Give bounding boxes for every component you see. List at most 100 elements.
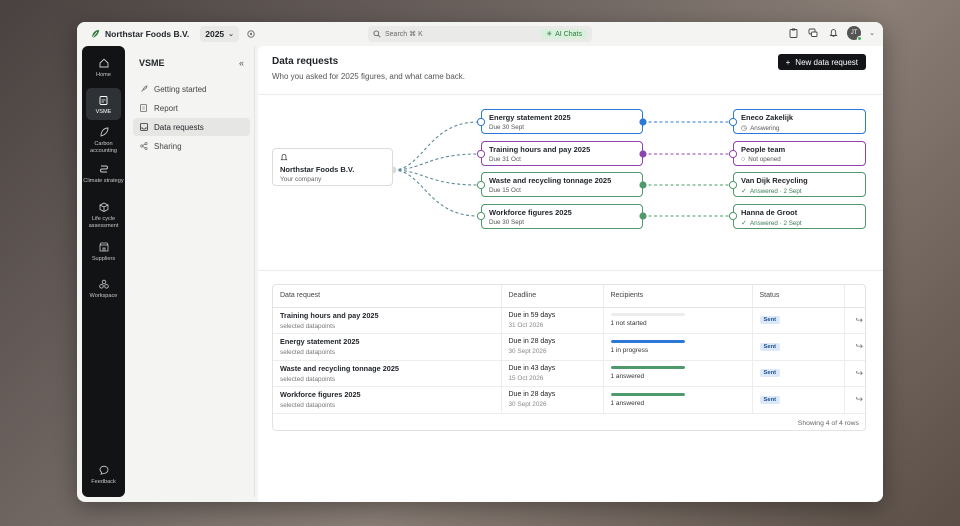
deadline-cell: Due in 59 days 31 Oct 2026	[501, 307, 604, 334]
bell-icon[interactable]	[827, 27, 839, 39]
request-sub: selected datapoints	[280, 375, 336, 383]
nav-item-data-requests[interactable]: Data requests	[133, 118, 250, 136]
recipient-name: People team	[741, 145, 786, 154]
rail-item-workspace[interactable]: Workspace	[82, 278, 125, 300]
chat-icon[interactable]	[807, 27, 819, 39]
progress-bar-fill	[610, 392, 685, 396]
recipient-status: Answering	[750, 124, 780, 132]
rail-item-label: Life cycle assessment	[88, 216, 119, 229]
ai-chats-button[interactable]: ✳ AI Chats	[541, 29, 587, 39]
request-node[interactable]: Training hours and pay 2025 Due 31 Oct	[481, 141, 643, 166]
nav-item-sharing[interactable]: Sharing	[133, 137, 250, 155]
progress-bar	[610, 366, 685, 370]
top-bar: Northstar Foods B.V. 2025 ⌄ Search ⌘ K ✳…	[77, 22, 883, 46]
plus-icon: +	[785, 57, 791, 67]
forward-icon[interactable]: ↪	[844, 333, 865, 361]
table-row[interactable]: Training hours and pay 2025 selected dat…	[273, 307, 865, 334]
request-title[interactable]: Energy statement 2025	[280, 337, 501, 346]
table-footer: Showing 4 of 4 rows	[797, 419, 859, 427]
recipient-node[interactable]: Hanna de Groot ✓ Answered · 2 Sept	[733, 204, 866, 229]
status-cell: Sent	[752, 386, 845, 414]
status-badge: Sent	[759, 395, 781, 404]
rail-item-climate-strategy[interactable]: Climate strategy	[82, 163, 125, 185]
clipboard-icon[interactable]	[787, 27, 799, 39]
column-header[interactable]: Recipients	[603, 285, 753, 308]
request-cell: Workforce figures 2025 selected datapoin…	[273, 386, 502, 414]
request-title[interactable]: Training hours and pay 2025	[280, 311, 501, 320]
rail-item-label: Suppliers	[91, 256, 116, 262]
check-icon: ✓	[741, 220, 747, 227]
panel-header: VSME «	[129, 58, 254, 68]
deadline-date: 30 Sept 2026	[508, 401, 547, 409]
rail-item-vsme[interactable]: VSME	[86, 88, 121, 120]
source-name: Northstar Foods B.V.	[280, 165, 355, 174]
column-header[interactable]: Deadline	[501, 285, 604, 308]
inbox-icon	[139, 123, 148, 132]
column-header[interactable]: Status	[752, 285, 845, 308]
recipient-node[interactable]: People team ○ Not opened	[733, 141, 866, 166]
progress-bar-fill	[610, 339, 685, 343]
recipient-node[interactable]: Van Dijk Recycling ✓ Answered · 2 Sept	[733, 172, 866, 197]
brand-leaf-icon	[91, 30, 99, 39]
request-node[interactable]: Waste and recycling tonnage 2025 Due 15 …	[481, 172, 643, 197]
secondary-panel: VSME « Getting started Report Data reque…	[129, 46, 255, 497]
status-cell: Sent	[752, 333, 845, 361]
forward-icon[interactable]: ↪	[844, 307, 865, 334]
check-icon: ✓	[741, 188, 747, 195]
deadline-cell: Due in 28 days 30 Sept 2026	[501, 386, 604, 414]
rail-item-label: Carbon accounting	[89, 141, 118, 154]
collapse-icon[interactable]: «	[239, 58, 244, 68]
year-value: 2025	[205, 29, 225, 39]
forward-icon[interactable]: ↪	[844, 360, 865, 387]
nodes-icon	[98, 278, 110, 290]
request-node-due: Due 31 Oct	[489, 156, 521, 163]
rail-item-suppliers[interactable]: Suppliers	[82, 241, 125, 263]
request-sub: selected datapoints	[280, 322, 336, 330]
chevron-down-icon[interactable]: ⌄	[869, 29, 875, 37]
nav-item-getting-started[interactable]: Getting started	[133, 80, 250, 98]
chat-bubble-icon	[98, 464, 110, 476]
column-header-actions	[844, 285, 865, 308]
page-subtitle: Who you asked for 2025 figures, and what…	[272, 72, 465, 81]
gear-icon[interactable]	[245, 28, 257, 40]
top-icons: JT ⌄	[787, 26, 875, 41]
recipient-name: Van Dijk Recycling	[741, 176, 808, 185]
request-node-title: Energy statement 2025	[489, 113, 571, 122]
table-row[interactable]: Workforce figures 2025 selected datapoin…	[273, 386, 865, 414]
rail-item-label: Climate strategy	[83, 178, 124, 184]
new-data-request-button[interactable]: + New data request	[777, 54, 866, 70]
search-input[interactable]: Search ⌘ K ✳ AI Chats	[368, 26, 592, 42]
nav-item-label: Report	[154, 103, 179, 113]
document-icon	[139, 104, 148, 113]
forward-icon[interactable]: ↪	[844, 386, 865, 414]
avatar[interactable]: JT	[847, 26, 863, 41]
request-sub: selected datapoints	[280, 402, 336, 410]
rail-item-home[interactable]: Home	[82, 57, 125, 79]
request-node-due: Due 30 Sept	[489, 219, 525, 226]
deadline-cell: Due in 28 days 30 Sept 2026	[501, 333, 604, 361]
request-node[interactable]: Workforce figures 2025 Due 30 Sept	[481, 204, 643, 229]
recipient-node[interactable]: Eneco Zakelijk ◷ Answering	[733, 109, 866, 134]
source-node[interactable]: Northstar Foods B.V. Your company	[272, 148, 393, 186]
rail-item-life-cycle-assessment[interactable]: Life cycle assessment	[82, 201, 125, 229]
recipients-cell: 1 not started	[603, 307, 753, 334]
deadline-relative: Due in 28 days	[508, 391, 556, 399]
table-row[interactable]: Waste and recycling tonnage 2025 selecte…	[273, 360, 865, 387]
rail-item-carbon-accounting[interactable]: Carbon accounting	[82, 126, 125, 154]
feedback-label: Feedback	[91, 479, 116, 485]
clock-icon: ◷	[741, 125, 748, 132]
recipients-text: 1 not started	[610, 320, 647, 328]
request-title[interactable]: Waste and recycling tonnage 2025	[280, 364, 501, 373]
request-node[interactable]: Energy statement 2025 Due 30 Sept	[481, 109, 643, 134]
org-switcher[interactable]: Northstar Foods B.V.	[85, 25, 194, 43]
year-selector[interactable]: 2025 ⌄	[200, 26, 240, 42]
deadline-cell: Due in 43 days 15 Oct 2026	[501, 360, 604, 387]
feedback-button[interactable]: Feedback	[82, 464, 125, 486]
request-flow-diagram: Northstar Foods B.V. Your company Energy…	[258, 94, 883, 244]
request-title[interactable]: Workforce figures 2025	[280, 390, 501, 399]
table-row[interactable]: Energy statement 2025 selected datapoint…	[273, 333, 865, 361]
nav-item-report[interactable]: Report	[133, 99, 250, 117]
nav-item-label: Data requests	[154, 122, 204, 132]
column-header[interactable]: Data request	[273, 285, 502, 308]
share-icon	[139, 142, 148, 151]
